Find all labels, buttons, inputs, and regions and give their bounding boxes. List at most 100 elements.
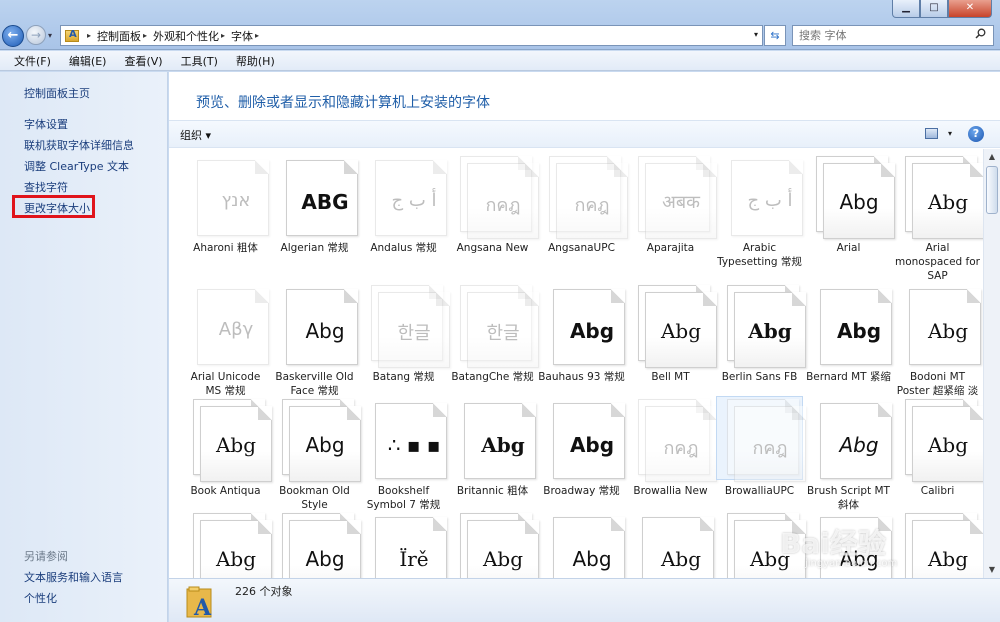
- font-item[interactable]: 한글 Batang 常规: [360, 282, 450, 384]
- control-panel-home-link[interactable]: 控制面板主页: [24, 85, 90, 101]
- font-item[interactable]: Abg Brush Script MT 斜体: [805, 396, 892, 512]
- font-item[interactable]: Abg: [538, 510, 625, 578]
- font-file-icon: Abg: [538, 396, 625, 480]
- font-sample: Abg: [572, 547, 612, 571]
- menu-item[interactable]: 文件(F): [10, 53, 55, 69]
- font-item[interactable]: أ ب ج Andalus 常规: [360, 153, 447, 255]
- text-services-link[interactable]: 文本服务和输入语言: [24, 569, 123, 585]
- font-item[interactable]: Abg Broadway 常规: [538, 396, 625, 498]
- font-sample: Abg: [927, 547, 969, 571]
- font-sample: Abg: [569, 433, 615, 457]
- refresh-button[interactable]: ⇆: [764, 25, 786, 46]
- font-name-label: Brush Script MT 斜体: [807, 485, 890, 511]
- scroll-down-icon[interactable]: ▼: [984, 562, 1000, 578]
- adjust-cleartype-link[interactable]: 调整 ClearType 文本: [24, 158, 129, 174]
- font-name-label: AngsanaUPC: [548, 242, 615, 254]
- font-name-label: Algerian 常规: [280, 242, 349, 254]
- address-dropdown-icon[interactable]: ▾: [754, 30, 758, 39]
- font-file-icon: Abg: [449, 510, 539, 578]
- font-item[interactable]: กคฎ Angsana New: [449, 153, 539, 255]
- font-item[interactable]: Abg: [627, 510, 714, 578]
- font-item[interactable]: Ïrě: [360, 510, 447, 578]
- font-sample: กคฎ: [663, 438, 699, 459]
- font-item[interactable]: Abg Arial monospaced for SAP: [894, 153, 983, 283]
- font-item[interactable]: Abg Bauhaus 93 常规: [538, 282, 625, 384]
- search-icon[interactable]: [975, 28, 986, 39]
- font-item[interactable]: Abg: [894, 510, 983, 578]
- font-item[interactable]: Abg: [449, 510, 539, 578]
- search-input[interactable]: [792, 25, 994, 46]
- menu-bar: 文件(F) 编辑(E) 查看(V) 工具(T) 帮助(H): [0, 51, 1000, 71]
- scroll-up-icon[interactable]: ▲: [984, 149, 1000, 165]
- font-file-icon: กคฎ: [538, 153, 628, 239]
- font-sample: กคฎ: [485, 195, 521, 216]
- address-bar[interactable]: ▸ 控制面板 ▸ 外观和个性化 ▸ 字体 ▸ ▾: [60, 25, 763, 46]
- menu-item[interactable]: 查看(V): [120, 53, 166, 69]
- breadcrumb-separator[interactable]: ▸: [143, 31, 147, 40]
- minimize-button[interactable]: ▁: [892, 0, 920, 18]
- font-item[interactable]: Abg: [182, 510, 272, 578]
- font-item[interactable]: Abg Britannic 粗体: [449, 396, 536, 498]
- font-name-label: Berlin Sans FB: [721, 371, 798, 383]
- font-file-icon: أ ب ج: [716, 153, 803, 237]
- font-item[interactable]: Abg Bernard MT 紧缩: [805, 282, 892, 384]
- breadcrumb-appearance[interactable]: 外观和个性化: [153, 28, 219, 44]
- font-item[interactable]: 한글 BatangChe 常规: [449, 282, 539, 384]
- font-file-icon: กคฎ: [627, 396, 717, 482]
- font-item[interactable]: Abg Book Antiqua: [182, 396, 272, 498]
- font-item[interactable]: Abg Berlin Sans FB: [716, 282, 806, 384]
- font-item[interactable]: ∴ ▪ ▪ Bookshelf Symbol 7 常规: [360, 396, 447, 512]
- breadcrumb-separator[interactable]: ▸: [255, 31, 259, 40]
- back-button[interactable]: ←: [2, 25, 24, 47]
- font-item[interactable]: Abg Calibri: [894, 396, 983, 498]
- organize-menu-button[interactable]: 组织 ▾: [180, 127, 211, 143]
- font-item[interactable]: אנץ Aharoni 粗体: [182, 153, 269, 255]
- font-sample: กคฎ: [752, 438, 788, 459]
- change-view-icon[interactable]: [925, 128, 938, 139]
- close-button[interactable]: ✕: [948, 0, 992, 18]
- font-file-icon: Abg: [894, 396, 983, 482]
- breadcrumb-control-panel[interactable]: 控制面板: [97, 28, 141, 44]
- font-sample: Ïrě: [399, 547, 429, 571]
- maximize-button[interactable]: □: [920, 0, 948, 18]
- menu-item[interactable]: 帮助(H): [232, 53, 279, 69]
- font-item[interactable]: Abg Arial: [805, 153, 895, 255]
- menu-item[interactable]: 工具(T): [177, 53, 222, 69]
- get-font-info-online-link[interactable]: 联机获取字体详细信息: [24, 137, 134, 153]
- task-pane: 控制面板主页 字体设置 联机获取字体详细信息 调整 ClearType 文本 查…: [0, 72, 168, 622]
- breadcrumb-separator[interactable]: ▸: [221, 31, 225, 40]
- font-item[interactable]: Abg Bell MT: [627, 282, 717, 384]
- font-item[interactable]: अबक Aparajita: [627, 153, 717, 255]
- font-item[interactable]: Abg Baskerville Old Face 常规: [271, 282, 358, 398]
- font-item[interactable]: ABG Algerian 常规: [271, 153, 358, 255]
- scrollbar-thumb[interactable]: [986, 166, 998, 214]
- font-sample: ABG: [301, 190, 349, 214]
- watermark-url: jingyan.baidu.com: [805, 558, 898, 569]
- font-item[interactable]: กคฎ Browallia New: [627, 396, 717, 498]
- menu-item[interactable]: 编辑(E): [65, 53, 111, 69]
- forward-button[interactable]: →: [26, 25, 46, 45]
- font-file-icon: ∴ ▪ ▪: [360, 396, 447, 480]
- history-dropdown-icon[interactable]: ▾: [48, 31, 52, 40]
- find-character-link[interactable]: 查找字符: [24, 179, 68, 195]
- content-pane: 预览、删除或者显示和隐藏计算机上安装的字体 组织 ▾ ▾ ? אנץ Aharon…: [169, 72, 1000, 578]
- breadcrumb-fonts[interactable]: 字体: [231, 28, 253, 44]
- breadcrumb-separator[interactable]: ▸: [87, 31, 91, 40]
- font-item[interactable]: أ ب ج Arabic Typesetting 常规: [716, 153, 803, 269]
- font-settings-link[interactable]: 字体设置: [24, 116, 68, 132]
- help-icon[interactable]: ?: [968, 126, 984, 142]
- font-sample: Abg: [215, 433, 257, 457]
- font-item[interactable]: Abg Bookman Old Style: [271, 396, 361, 512]
- font-item[interactable]: Abg Bodoni MT Poster 超紧缩 淡: [894, 282, 981, 398]
- font-item[interactable]: Abg: [271, 510, 361, 578]
- font-item[interactable]: กคฎ AngsanaUPC: [538, 153, 628, 255]
- font-sample: 한글: [486, 323, 520, 344]
- font-file-icon: ABG: [271, 153, 358, 237]
- vertical-scrollbar[interactable]: ▲ ▼: [983, 149, 1000, 578]
- font-item[interactable]: Αβγ Arial Unicode MS 常规: [182, 282, 269, 398]
- personalization-link[interactable]: 个性化: [24, 590, 57, 606]
- font-name-label: BrowalliaUPC: [724, 485, 795, 497]
- font-item[interactable]: กคฎ BrowalliaUPC: [716, 396, 806, 498]
- font-file-icon: Abg: [182, 510, 272, 578]
- view-options-dropdown-icon[interactable]: ▾: [948, 129, 952, 138]
